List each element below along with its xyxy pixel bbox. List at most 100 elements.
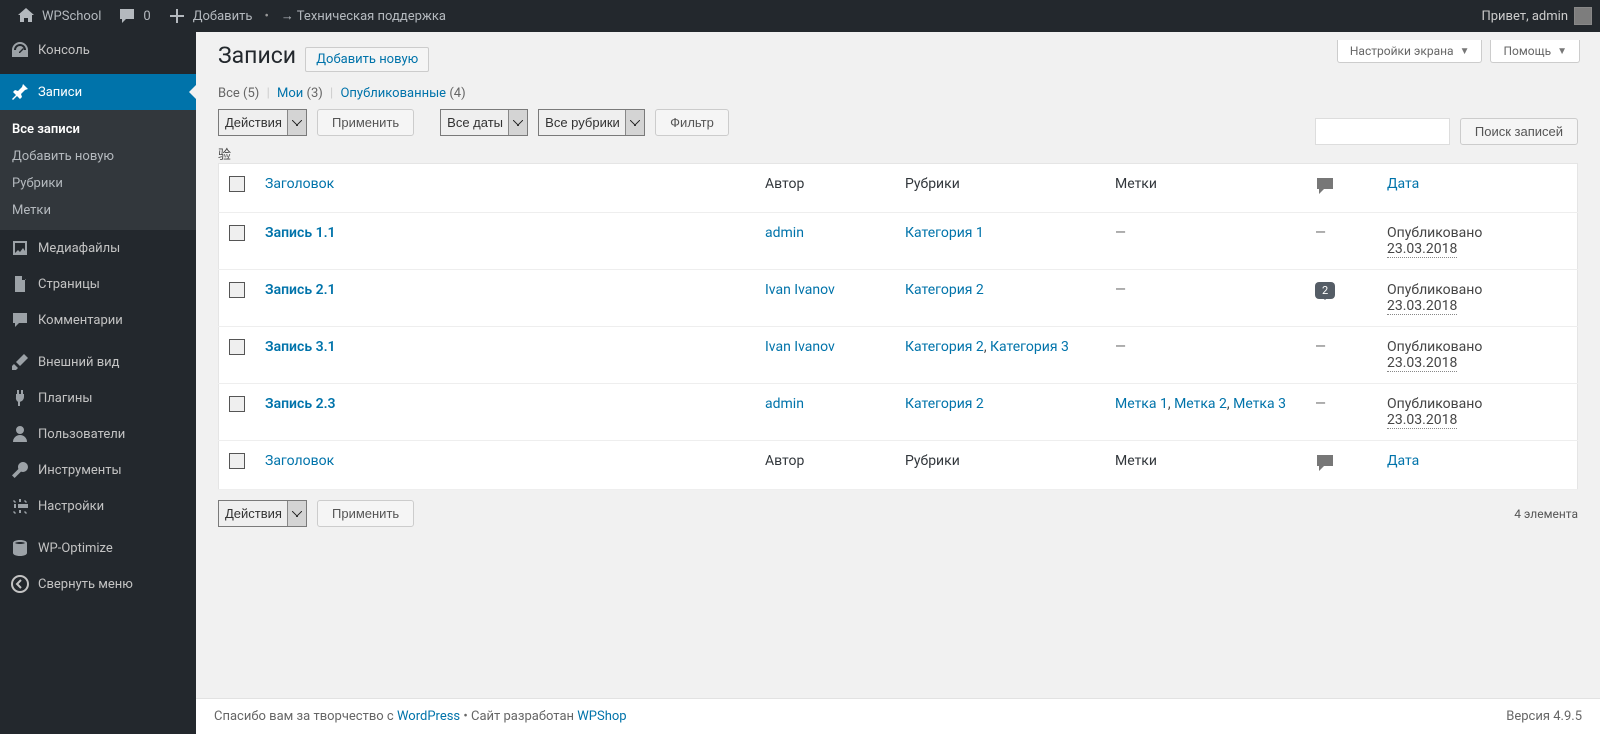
- sidebar-wp-optimize[interactable]: WP-Optimize: [0, 530, 196, 566]
- comments-count: 0: [143, 9, 150, 24]
- category-link[interactable]: Категория 2: [905, 282, 984, 298]
- row-checkbox[interactable]: [229, 396, 245, 412]
- sidebar-dashboard[interactable]: Консоль: [0, 32, 196, 68]
- help-tab[interactable]: Помощь ▼: [1490, 40, 1580, 63]
- sidebar-tools[interactable]: Инструменты: [0, 452, 196, 488]
- post-title-link[interactable]: Запись 3.1: [265, 339, 336, 355]
- footer-thanks: Спасибо вам за творчество с: [214, 709, 397, 724]
- tools-icon: [10, 460, 30, 480]
- author-link[interactable]: admin: [765, 225, 804, 241]
- col-tags: Метки: [1105, 164, 1305, 213]
- filter-mine[interactable]: Мои: [277, 86, 303, 101]
- col-categories: Рубрики: [895, 164, 1105, 213]
- category-link[interactable]: Категория 2: [905, 339, 984, 355]
- comments-column-icon[interactable]: [1315, 176, 1335, 196]
- row-checkbox[interactable]: [229, 339, 245, 355]
- filter-published[interactable]: Опубликованные: [340, 86, 446, 101]
- admin-sidebar: Консоль Записи Все записи Добавить новую…: [0, 32, 196, 734]
- bulk-actions-select[interactable]: Действия: [218, 109, 307, 136]
- select-all-bottom[interactable]: [229, 453, 245, 469]
- sidebar-settings[interactable]: Настройки: [0, 488, 196, 524]
- db-icon: [10, 538, 30, 558]
- sidebar-users[interactable]: Пользователи: [0, 416, 196, 452]
- sidebar-comments-label: Комментарии: [38, 313, 123, 328]
- howdy[interactable]: Привет, admin: [1481, 9, 1568, 24]
- search-button[interactable]: Поиск записей: [1460, 118, 1578, 145]
- footer-wordpress-link[interactable]: WordPress: [397, 709, 460, 724]
- sidebar-plugins-label: Плагины: [38, 391, 92, 406]
- adminbar-new[interactable]: Добавить: [159, 0, 261, 32]
- post-title-link[interactable]: Запись 2.3: [265, 396, 336, 412]
- page-icon: [10, 274, 30, 294]
- comments-empty: —: [1315, 225, 1326, 241]
- sidebar-comments[interactable]: Комментарии: [0, 302, 196, 338]
- search-input[interactable]: [1315, 118, 1450, 145]
- submenu-tags[interactable]: Метки: [0, 197, 196, 224]
- category-filter-select[interactable]: Все рубрики: [538, 109, 645, 136]
- page-title: Записи: [218, 42, 296, 69]
- sidebar-appearance-label: Внешний вид: [38, 355, 120, 370]
- plus-icon: [167, 6, 187, 26]
- tablenav-bottom: Действия Применить 4 элемента: [218, 500, 1578, 527]
- dates-filter-select[interactable]: Все даты: [440, 109, 528, 136]
- row-checkbox[interactable]: [229, 282, 245, 298]
- apply-button-top[interactable]: Применить: [317, 109, 414, 136]
- col-title-foot[interactable]: Заголовок: [265, 453, 334, 469]
- category-link[interactable]: Категория 2: [905, 396, 984, 412]
- adminbar-comments[interactable]: 0: [109, 0, 158, 32]
- sidebar-tools-label: Инструменты: [38, 463, 122, 478]
- comments-icon: [10, 310, 30, 330]
- col-date[interactable]: Дата: [1387, 176, 1419, 192]
- comments-count-badge[interactable]: 2: [1315, 282, 1335, 299]
- category-link[interactable]: Категория 3: [990, 339, 1069, 355]
- tag-link[interactable]: Метка 2: [1174, 396, 1227, 412]
- footer-wpshop-link[interactable]: WPShop: [577, 709, 626, 724]
- sidebar-posts-label: Записи: [38, 85, 82, 100]
- pin-icon: [10, 82, 30, 102]
- avatar[interactable]: [1574, 7, 1592, 25]
- table-row: Запись 2.3adminКатегория 2Метка 1, Метка…: [219, 384, 1578, 441]
- adminbar-site[interactable]: WPSchool: [8, 0, 109, 32]
- admin-bar: WPSchool 0 Добавить • → Техническая подд…: [0, 0, 1600, 32]
- comments-empty: —: [1315, 396, 1326, 412]
- author-link[interactable]: admin: [765, 396, 804, 412]
- submenu-categories[interactable]: Рубрики: [0, 170, 196, 197]
- tag-link[interactable]: Метка 1: [1115, 396, 1168, 412]
- bulk-actions-select-bottom[interactable]: Действия: [218, 500, 307, 527]
- new-label: Добавить: [193, 9, 253, 24]
- col-tags-foot: Метки: [1105, 441, 1305, 490]
- screen-options-tab[interactable]: Настройки экрана ▼: [1337, 40, 1483, 63]
- support-label: → Техническая поддержка: [281, 8, 446, 24]
- sidebar-appearance[interactable]: Внешний вид: [0, 344, 196, 380]
- author-link[interactable]: Ivan Ivanov: [765, 282, 835, 298]
- submenu-add-new[interactable]: Добавить новую: [0, 143, 196, 170]
- comments-column-icon[interactable]: [1315, 453, 1335, 473]
- select-all-top[interactable]: [229, 176, 245, 192]
- sidebar-posts[interactable]: Записи: [0, 74, 196, 110]
- row-checkbox[interactable]: [229, 225, 245, 241]
- view-filters: Все (5) | Мои (3) | Опубликованные (4): [218, 86, 1578, 101]
- sidebar-collapse[interactable]: Свернуть меню: [0, 566, 196, 602]
- site-name: WPSchool: [42, 9, 101, 24]
- col-date-foot[interactable]: Дата: [1387, 453, 1419, 469]
- sidebar-media-label: Медиафайлы: [38, 241, 120, 256]
- sidebar-pages[interactable]: Страницы: [0, 266, 196, 302]
- footer-version: Версия 4.9.5: [1506, 709, 1582, 724]
- sidebar-plugins[interactable]: Плагины: [0, 380, 196, 416]
- apply-button-bottom[interactable]: Применить: [317, 500, 414, 527]
- tag-link[interactable]: Метка 3: [1233, 396, 1286, 412]
- category-link[interactable]: Категория 1: [905, 225, 984, 241]
- tags-empty: —: [1115, 282, 1126, 298]
- add-new-button[interactable]: Добавить новую: [305, 47, 429, 72]
- filter-button[interactable]: Фильтр: [655, 109, 729, 136]
- main-content: Настройки экрана ▼ Помощь ▼ Записи Добав…: [196, 32, 1600, 734]
- post-date: Опубликовано23.03.2018: [1387, 396, 1482, 429]
- post-title-link[interactable]: Запись 1.1: [265, 225, 336, 241]
- adminbar-support[interactable]: → Техническая поддержка: [273, 0, 454, 32]
- post-title-link[interactable]: Запись 2.1: [265, 282, 336, 298]
- col-title[interactable]: Заголовок: [265, 176, 334, 192]
- submenu-all-posts[interactable]: Все записи: [0, 116, 196, 143]
- sidebar-media[interactable]: Медиафайлы: [0, 230, 196, 266]
- author-link[interactable]: Ivan Ivanov: [765, 339, 835, 355]
- sidebar-users-label: Пользователи: [38, 427, 125, 442]
